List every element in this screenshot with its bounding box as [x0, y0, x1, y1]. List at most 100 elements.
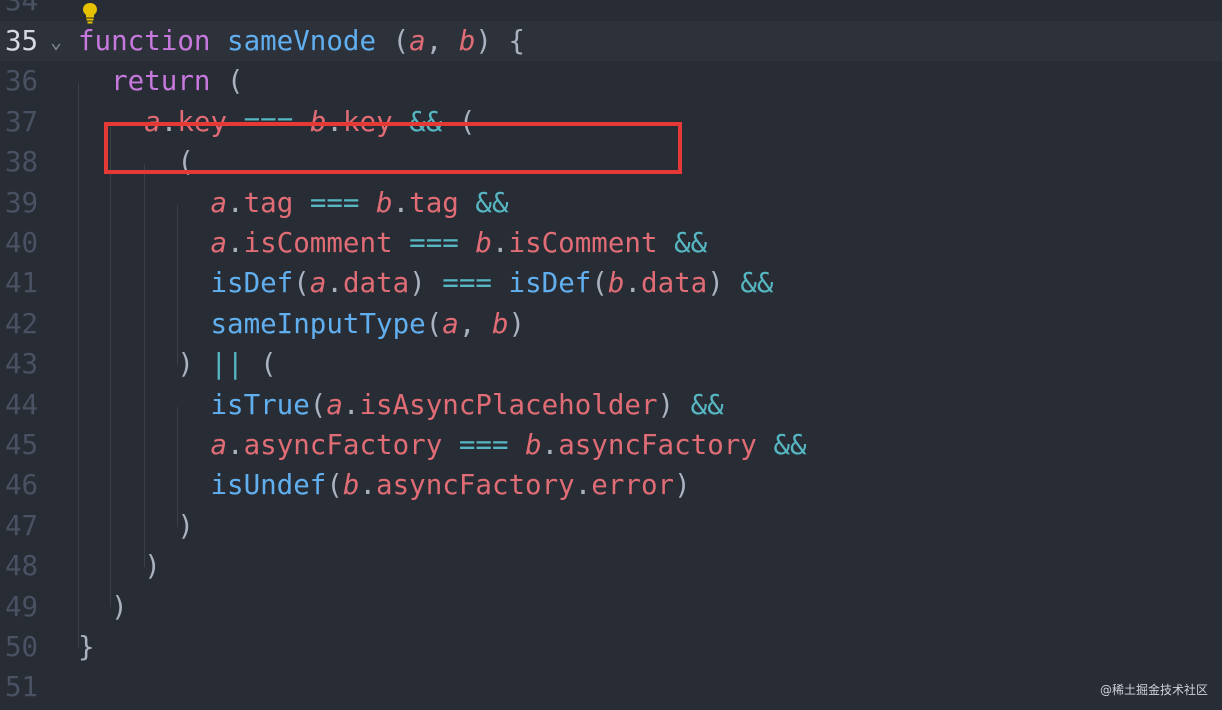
code-token: isAsyncPlaceholder: [359, 388, 658, 421]
code-line-51[interactable]: 51: [0, 667, 1222, 707]
code-token: (: [293, 267, 310, 300]
code-token: (: [376, 25, 410, 57]
line-number: 48: [5, 550, 39, 583]
line-number: 35: [5, 25, 39, 57]
code-token: b: [458, 25, 476, 57]
code-token: a: [309, 267, 327, 300]
code-token: ===: [409, 227, 459, 259]
line-number: 43: [5, 348, 39, 381]
code-line-36[interactable]: 36 return (: [0, 61, 1222, 101]
code-line-47[interactable]: 47 ): [0, 506, 1222, 546]
code-token: isComment: [243, 227, 393, 259]
code-token: ): [78, 590, 128, 623]
code-text: function sameVnode (a, b) {: [78, 21, 525, 61]
code-token: (: [243, 348, 277, 381]
code-text: ): [78, 587, 128, 627]
code-token: &&: [740, 267, 774, 300]
code-token: function: [78, 25, 211, 57]
code-token: .: [326, 267, 343, 300]
code-editor[interactable]: 34 35 ⌄ function sameVnode (a, b) {36 retur…: [0, 0, 1222, 710]
code-token: asyncFactory: [558, 429, 757, 461]
line-number: 36: [5, 65, 39, 98]
code-token: b: [342, 469, 360, 502]
fold-chevron-icon[interactable]: ⌄: [50, 21, 62, 61]
code-line-45[interactable]: 45 a.asyncFactory === b.asyncFactory &&: [0, 425, 1222, 465]
code-token: ===: [442, 267, 492, 300]
lightbulb-icon[interactable]: [81, 2, 99, 24]
code-line-34[interactable]: 34: [0, 0, 1222, 21]
code-token: asyncFactory: [376, 469, 575, 502]
line-number: 41: [5, 267, 39, 300]
line-number: 49: [5, 590, 39, 623]
indent-guide: [177, 407, 178, 527]
code-token: b: [376, 186, 393, 219]
code-token: .: [541, 429, 559, 461]
line-number: 45: [5, 429, 39, 461]
code-line-49[interactable]: 49 ): [0, 587, 1222, 627]
code-token: isDef: [210, 267, 294, 300]
code-token: a: [210, 227, 228, 259]
code-text: isDef(a.data) === isDef(b.data) &&: [78, 263, 774, 303]
indent-guide: [78, 83, 79, 648]
code-line-40[interactable]: 40 a.isComment === b.isComment &&: [0, 223, 1222, 263]
code-token: .: [574, 469, 592, 502]
indent-guide: [110, 124, 111, 607]
highlight-box: [104, 122, 682, 174]
code-line-50[interactable]: 50}: [0, 627, 1222, 667]
code-token: }: [78, 631, 95, 663]
code-line-43[interactable]: 43 ) || (: [0, 344, 1222, 384]
code-token: data: [641, 267, 708, 300]
code-line-44[interactable]: 44 isTrue(a.isAsyncPlaceholder) &&: [0, 385, 1222, 425]
code-token: .: [342, 388, 360, 421]
line-number: 39: [5, 186, 39, 219]
watermark: @稀土掘金技术社区: [1099, 683, 1208, 697]
code-token: ||: [210, 348, 244, 381]
code-token: (: [210, 65, 244, 98]
line-number: 51: [5, 671, 39, 704]
code-line-42[interactable]: 42 sameInputType(a, b): [0, 304, 1222, 344]
code-token: ) {: [475, 25, 526, 57]
code-text: a.isComment === b.isComment &&: [78, 223, 707, 263]
code-line-48[interactable]: 48 ): [0, 546, 1222, 586]
code-text: isUndef(b.asyncFactory.error): [78, 465, 690, 505]
code-token: b: [491, 307, 509, 340]
line-number: 40: [5, 227, 39, 259]
code-text: return (: [78, 61, 244, 101]
code-line-35[interactable]: 35 ⌄ function sameVnode (a, b) {: [0, 21, 1222, 62]
code-line-41[interactable]: 41 isDef(a.data) === isDef(b.data) &&: [0, 263, 1222, 303]
code-token: .: [227, 186, 244, 219]
code-line-46[interactable]: 46 isUndef(b.asyncFactory.error): [0, 465, 1222, 505]
code-text: ): [78, 546, 161, 586]
line-number: 34: [5, 0, 39, 17]
line-number: 47: [5, 509, 39, 542]
code-token: isComment: [508, 227, 658, 259]
code-token: &&: [674, 227, 708, 259]
code-text: sameInputType(a, b): [78, 304, 525, 344]
code-token: return: [78, 65, 211, 98]
code-token: &&: [475, 186, 509, 219]
indent-guide: [144, 164, 145, 568]
line-number: 38: [5, 146, 39, 179]
line-number: 50: [5, 631, 39, 663]
code-token: .: [491, 227, 509, 259]
code-token: b: [475, 227, 492, 259]
code-line-39[interactable]: 39 a.tag === b.tag &&: [0, 183, 1222, 223]
code-token: (: [425, 307, 443, 340]
code-text: a.tag === b.tag &&: [78, 183, 509, 223]
code-token: ): [78, 550, 161, 583]
code-token: .: [227, 227, 244, 259]
indent-guide: [177, 205, 178, 365]
code-token: a: [442, 307, 459, 340]
code-token: .: [392, 186, 410, 219]
line-number: 46: [5, 469, 39, 502]
code-token: a: [210, 186, 228, 219]
code-token: sameVnode: [227, 25, 377, 57]
code-token: .: [359, 469, 377, 502]
line-number: 42: [5, 307, 39, 340]
code-text: isTrue(a.isAsyncPlaceholder) &&: [78, 385, 723, 425]
